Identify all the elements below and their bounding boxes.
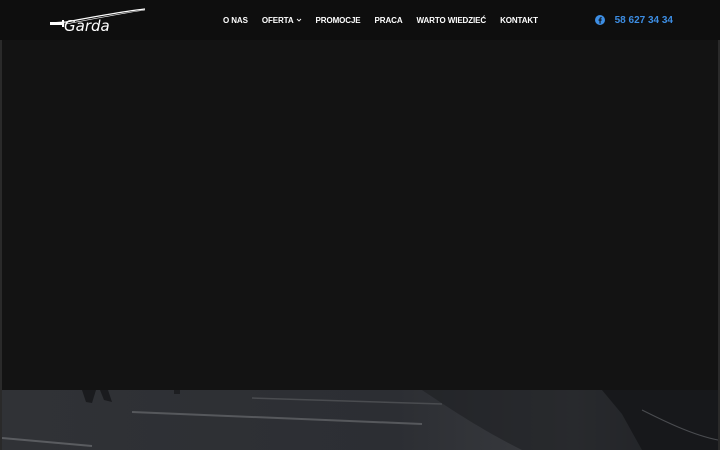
hero-background-photo: [2, 390, 718, 450]
nav-item-praca[interactable]: PRACA: [368, 16, 410, 25]
road-photo: [2, 390, 718, 450]
facebook-icon[interactable]: [594, 15, 605, 25]
nav-item-o-nas[interactable]: O NAS: [216, 16, 255, 25]
nav-label: KONTAKT: [500, 15, 538, 25]
nav-item-promocje[interactable]: PROMOCJE: [309, 16, 368, 25]
nav-label: PRACA: [374, 15, 403, 25]
nav-label: OFERTA: [261, 15, 294, 25]
nav-label: PROMOCJE: [315, 15, 361, 25]
phone-number[interactable]: 58 627 34 34: [615, 15, 673, 26]
logo[interactable]: Garda: [48, 6, 148, 34]
page: Garda O NAS OFERTA PROMOCJE PRACA WARTO …: [0, 0, 720, 450]
nav-label: O NAS: [223, 15, 248, 25]
site-header: Garda O NAS OFERTA PROMOCJE PRACA WARTO …: [0, 0, 720, 40]
logo-text: Garda: [64, 17, 110, 34]
hero-overlay: [2, 40, 718, 390]
nav-item-warto-wiedziec[interactable]: WARTO WIEDZIEĆ: [410, 16, 494, 25]
main-nav: O NAS OFERTA PROMOCJE PRACA WARTO WIEDZI…: [216, 0, 545, 40]
header-contact: 58 627 34 34: [594, 0, 673, 40]
nav-item-kontakt[interactable]: KONTAKT: [493, 16, 545, 25]
nav-label: WARTO WIEDZIEĆ: [416, 15, 487, 25]
nav-item-oferta[interactable]: OFERTA: [255, 16, 309, 25]
logo-image: Garda: [49, 8, 146, 34]
chevron-down-icon: [296, 18, 301, 22]
